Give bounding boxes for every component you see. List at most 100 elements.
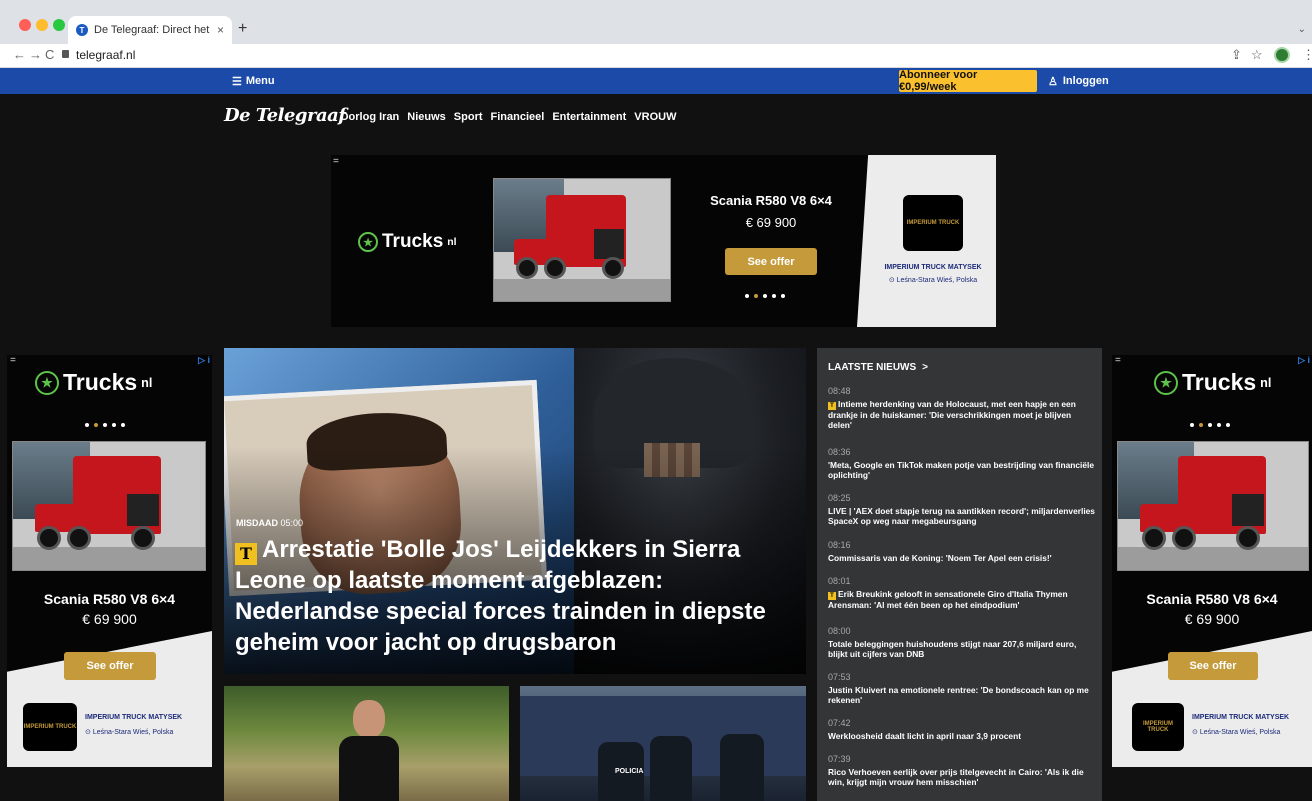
trucks-logo: ★ Trucks nl (35, 369, 152, 396)
telegraaf-favicon-icon: T (76, 24, 88, 36)
close-window-button[interactable] (19, 19, 31, 31)
premium-badge-icon: T (235, 542, 257, 565)
ad-price: € 69 900 (82, 611, 137, 627)
reload-icon[interactable]: C (45, 47, 54, 62)
hamburger-icon: ☰ (232, 76, 242, 88)
trucks-brand: Trucks (382, 231, 444, 252)
forward-arrow-icon[interactable]: → (29, 47, 42, 62)
dealer-logo-text: IMPERIUM TRUCK (906, 220, 960, 226)
dealer-location-text: Leśna-Stara Wieś, Polska (92, 729, 174, 736)
adchoices-icon[interactable]: ▷ i (1298, 355, 1310, 366)
back-arrow-icon[interactable]: ← (13, 47, 26, 62)
news-headline: LIVE | 'AEX doet stapje terug na aantikk… (828, 506, 1095, 526)
right-side-ad[interactable]: = ▷ i ★ Trucks nl Scania R580 V8 6×4 € 69… (1112, 355, 1312, 767)
news-item[interactable]: 08:16 Commissaris van de Koning: 'Noem T… (828, 540, 1096, 563)
nav-item-financieel[interactable]: Financieel (491, 111, 545, 123)
tab-search-chevron-icon[interactable]: ⌄ (1298, 24, 1306, 35)
police-label: POLICIA (615, 768, 644, 775)
location-pin-icon: ⊙ (85, 729, 91, 736)
browser-menu-icon[interactable]: ⋮ (1302, 47, 1312, 63)
adchoices-icon[interactable]: ▷ i (198, 355, 210, 366)
trucks-brand-sup: nl (447, 236, 457, 248)
hero-meta: MISDAAD 05:00 (236, 518, 303, 528)
hero-article[interactable]: MISDAAD 05:00 T Arrestatie 'Bolle Jos' Le… (224, 348, 806, 674)
news-headline: Intieme herdenking van de Holocaust, met… (828, 399, 1076, 430)
news-headline: Rico Verhoeven eerlijk over prijs titelg… (828, 767, 1084, 787)
trucks-logo: ★ Trucks nl (358, 231, 457, 253)
trucks-star-icon: ★ (1154, 370, 1178, 395)
news-item[interactable]: 08:00 Totale beleggingen huishoudens sti… (828, 626, 1096, 659)
latest-news-heading[interactable]: LAATSTE NIEUWS > (828, 362, 928, 373)
nav-item-entertainment[interactable]: Entertainment (552, 111, 626, 123)
ad-menu-icon[interactable]: = (10, 355, 16, 366)
top-banner-ad[interactable]: = ▷ i ★ Trucksnl Scania R580 V8 6×4 € 69… (331, 155, 996, 327)
news-time: 08:36 (828, 447, 851, 457)
news-time: 08:16 (828, 540, 851, 550)
lock-icon (62, 50, 69, 58)
trucks-brand-sup: nl (141, 375, 153, 390)
ad-price: € 69 900 (745, 215, 797, 230)
ad-title: Scania R580 V8 6×4 (43, 591, 176, 607)
carousel-dots[interactable] (745, 294, 785, 298)
tab-close-icon[interactable]: × (217, 23, 224, 37)
carousel-dots[interactable] (85, 423, 125, 427)
url-field[interactable]: telegraaf.nl (76, 48, 135, 62)
article-thumbnail[interactable]: POLICIA (520, 686, 806, 801)
news-item[interactable]: 07:53 Justin Kluivert na emotionele rent… (828, 672, 1096, 705)
telegraaf-logo[interactable]: De Telegraaf (224, 105, 346, 126)
dealer-logo-text: IMPERIUM TRUCK (1143, 721, 1173, 733)
news-item[interactable]: 07:42 Werkloosheid daalt licht in april … (828, 718, 1096, 741)
dealer-name: IMPERIUM TRUCK MATYSEK (884, 264, 982, 271)
bookmark-star-icon[interactable]: ☆ (1251, 47, 1263, 63)
site-top-bar: ☰ Menu Abonneer voor €0,99/week ♙ Inlogg… (0, 68, 1312, 94)
menu-button[interactable]: ☰ Menu (232, 75, 275, 88)
hero-headline[interactable]: T Arrestatie 'Bolle Jos' Leijdekkers in S… (235, 534, 800, 658)
dealer-location: ⊙ Leśna-Stara Wieś, Polska (871, 276, 995, 284)
carousel-dots[interactable] (1190, 423, 1230, 427)
article-thumbnail[interactable] (224, 686, 509, 801)
login-button[interactable]: ♙ Inloggen (1048, 75, 1109, 88)
browser-tab-bar: T De Telegraaf: Direct het laatste × + ⌄ (0, 0, 1312, 44)
maximize-window-button[interactable] (53, 19, 65, 31)
see-offer-button[interactable]: See offer (1168, 652, 1258, 680)
nav-item-nieuws[interactable]: Nieuws (407, 111, 446, 123)
login-label: Inloggen (1062, 75, 1109, 87)
news-item[interactable]: 08:36 'Meta, Google en TikTok maken potj… (828, 447, 1096, 480)
share-icon[interactable]: ⇪ (1231, 47, 1242, 63)
ad-price: € 69 900 (1184, 611, 1240, 627)
minimize-window-button[interactable] (36, 19, 48, 31)
user-icon: ♙ (1048, 76, 1058, 88)
latest-news-title: LAATSTE NIEUWS (828, 362, 917, 373)
news-time: 08:00 (828, 626, 851, 636)
location-pin-icon: ⊙ (1192, 729, 1198, 736)
new-tab-button[interactable]: + (238, 20, 247, 38)
ad-menu-icon[interactable]: = (1115, 355, 1121, 366)
browser-tab[interactable]: T De Telegraaf: Direct het laatste × (68, 16, 232, 44)
nav-item-sport[interactable]: Sport (454, 111, 483, 123)
extension-icon[interactable] (1274, 47, 1290, 63)
nav-item-oorlog-iran[interactable]: Oorlog Iran (340, 111, 399, 123)
news-item[interactable]: 08:48 T Intieme herdenking van de Holocau… (828, 386, 1096, 430)
left-side-ad[interactable]: = ▷ i ★ Trucks nl Scania R580 V8 6×4 € 69… (7, 355, 212, 767)
ad-menu-icon[interactable]: = (333, 156, 339, 167)
news-time: 08:01 (828, 576, 851, 586)
dealer-logo: IMPERIUM TRUCK (903, 195, 963, 251)
news-headline: Totale beleggingen huishoudens stijgt na… (828, 639, 1077, 659)
news-time: 07:53 (828, 672, 851, 682)
news-item[interactable]: 08:01 T Erik Breukink gelooft in sensatio… (828, 576, 1096, 610)
latest-news-panel: LAATSTE NIEUWS > 08:48 T Intieme herdenki… (817, 348, 1102, 801)
menu-label: Menu (245, 75, 275, 87)
dealer-logo-text: IMPERIUM TRUCK (23, 724, 77, 730)
news-headline: 'Meta, Google en TikTok maken potje van … (828, 460, 1095, 480)
news-item[interactable]: 08:25 LIVE | 'AEX doet stapje terug na a… (828, 493, 1096, 526)
trucks-star-icon: ★ (35, 370, 59, 395)
truck-image (493, 178, 671, 302)
subscribe-button[interactable]: Abonneer voor €0,99/week (899, 69, 1037, 93)
nav-item-vrouw[interactable]: VROUW (634, 111, 676, 123)
dealer-location-text: Leśna-Stara Wieś, Polska (1199, 729, 1281, 736)
premium-badge-icon: T (828, 592, 836, 600)
see-offer-button[interactable]: See offer (64, 652, 156, 680)
news-time: 08:25 (828, 493, 851, 503)
see-offer-button[interactable]: See offer (725, 248, 817, 275)
news-item[interactable]: 07:39 Rico Verhoeven eerlijk over prijs … (828, 754, 1096, 787)
